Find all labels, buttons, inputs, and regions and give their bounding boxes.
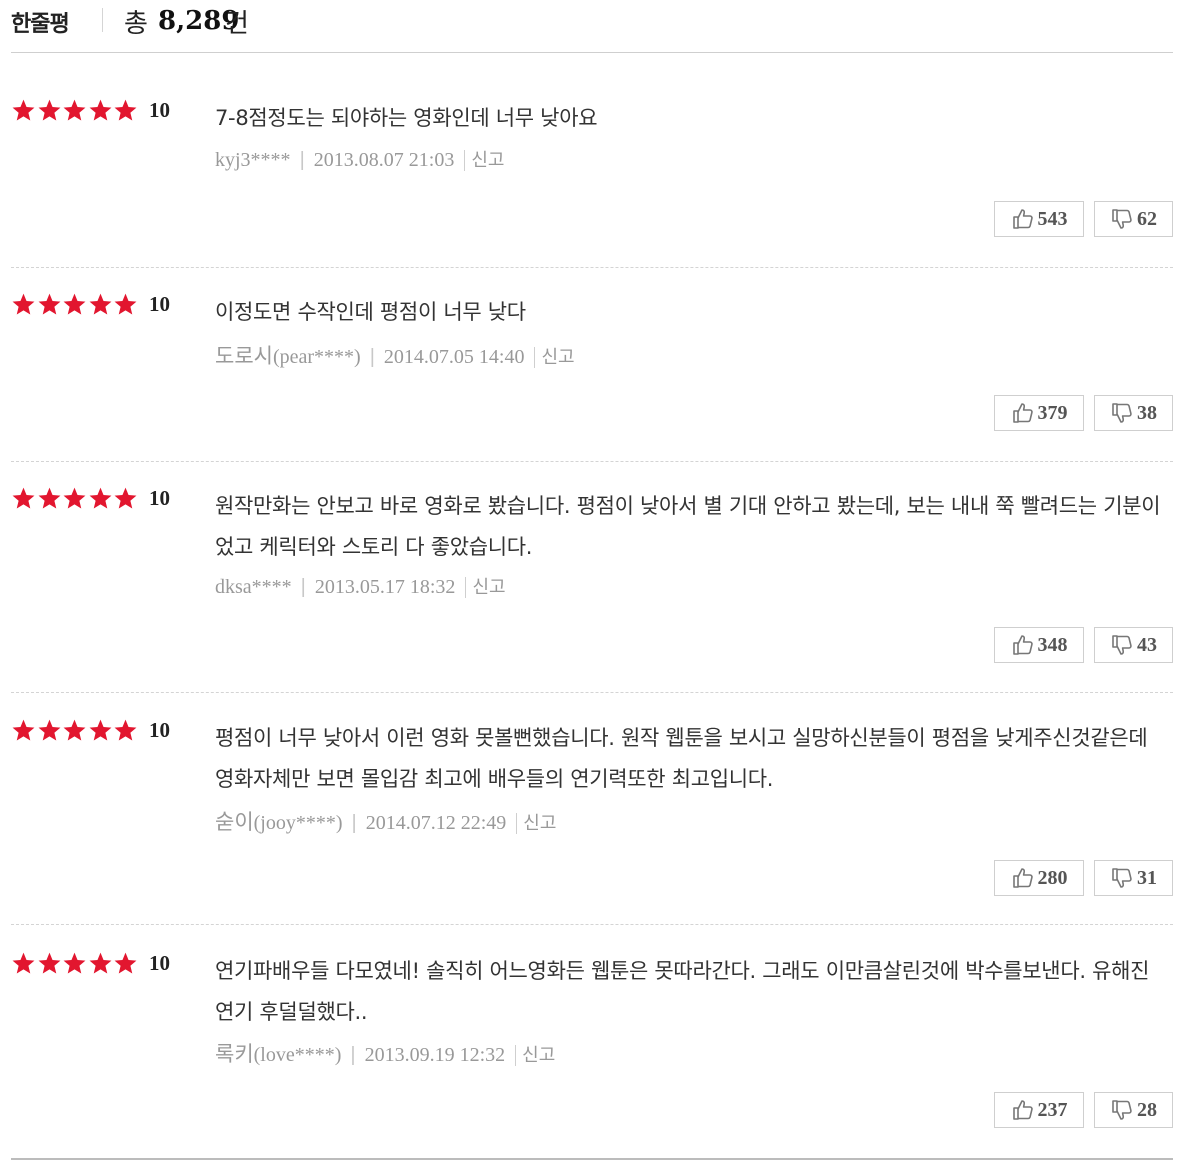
star-icon — [12, 719, 35, 741]
meta-separator: | — [350, 1044, 356, 1066]
star-icon — [38, 719, 60, 741]
dislike-button[interactable]: 28 — [1094, 1092, 1173, 1128]
star-icon — [63, 293, 86, 315]
star-icon — [89, 719, 111, 741]
star-icon — [38, 952, 60, 974]
star-icon — [63, 487, 86, 509]
report-link[interactable]: 신고 — [516, 813, 557, 834]
review-text: 7-8점정도는 되야하는 영화인데 너무 낮아요 — [215, 106, 598, 130]
reviewer-id[interactable]: (love****) — [254, 1044, 342, 1066]
reviewer-id[interactable]: dksa**** — [215, 576, 292, 598]
star-icon — [12, 99, 35, 121]
review-score: 10 — [149, 292, 170, 316]
star-icon — [114, 293, 137, 315]
reviewer-id[interactable]: (jooy****) — [254, 812, 343, 834]
star-icon — [38, 99, 60, 121]
list-bottom-border — [11, 1158, 1173, 1160]
star-icon — [114, 952, 137, 974]
star-rating — [11, 98, 139, 124]
reviewer-nickname[interactable]: 록키 — [215, 1042, 254, 1066]
meta-separator: | — [300, 576, 306, 598]
review-text: 이정도면 수작인데 평점이 너무 낮다 — [215, 300, 526, 324]
review-text: 연기파배우들 다모였네! 솔직히 어느영화든 웹툰은 못따라간다. 그래도 이만… — [215, 959, 1150, 1024]
review-meta: 록키(love****) | 2013.09.19 12:32 신고 — [215, 1038, 556, 1068]
star-rating — [11, 292, 139, 318]
star-icon — [89, 99, 111, 121]
star-rating — [11, 486, 139, 512]
reviewer-id[interactable]: (pear****) — [273, 346, 361, 368]
review-score: 10 — [149, 951, 170, 975]
star-icon — [114, 487, 137, 509]
star-icon — [63, 719, 86, 741]
review-date: 2014.07.12 22:49 — [365, 812, 507, 834]
review-meta: 숟이(jooy****) | 2014.07.12 22:49 신고 — [215, 806, 557, 836]
meta-separator: | — [351, 812, 357, 834]
star-icon — [114, 99, 137, 121]
star-icon — [38, 293, 60, 315]
review-date: 2013.05.17 18:32 — [314, 576, 456, 598]
star-icon — [63, 952, 86, 974]
star-icon — [89, 487, 111, 509]
report-link[interactable]: 신고 — [515, 1045, 556, 1066]
review-meta: kyj3**** | 2013.08.07 21:03 신고 — [215, 146, 505, 172]
star-icon — [114, 719, 137, 741]
review-score: 10 — [149, 98, 170, 122]
review-score: 10 — [149, 718, 170, 742]
review-date: 2013.08.07 21:03 — [313, 149, 455, 171]
review-date: 2014.07.05 14:40 — [383, 346, 525, 368]
star-icon — [12, 293, 35, 315]
star-icon — [89, 293, 111, 315]
star-icon — [89, 952, 111, 974]
meta-separator: | — [369, 346, 375, 368]
dislike-count: 28 — [1137, 1098, 1157, 1121]
like-button[interactable]: 237 — [994, 1092, 1084, 1128]
thumbs-up-icon — [1012, 1100, 1033, 1120]
review-item: 10 연기파배우들 다모였네! 솔직히 어느영화든 웹툰은 못따라간다. 그래도… — [11, 853, 1173, 1160]
star-rating — [11, 718, 139, 744]
report-link[interactable]: 신고 — [465, 577, 506, 598]
star-icon — [12, 487, 35, 509]
meta-separator: | — [299, 149, 305, 171]
review-meta: dksa**** | 2013.05.17 18:32 신고 — [215, 573, 506, 599]
reviewer-nickname[interactable]: 도로시 — [215, 344, 273, 368]
review-score: 10 — [149, 486, 170, 510]
like-count: 237 — [1037, 1098, 1068, 1121]
star-rating — [11, 951, 139, 977]
review-meta: 도로시(pear****) | 2014.07.05 14:40 신고 — [215, 340, 575, 370]
report-link[interactable]: 신고 — [464, 150, 505, 171]
thumbs-down-icon — [1112, 1100, 1132, 1120]
report-link[interactable]: 신고 — [534, 347, 575, 368]
star-icon — [38, 487, 60, 509]
review-text: 원작만화는 안보고 바로 영화로 봤습니다. 평점이 낮아서 별 기대 안하고 … — [215, 494, 1161, 559]
star-icon — [12, 952, 35, 974]
review-text: 평점이 너무 낮아서 이런 영화 못볼뻔했습니다. 원작 웹툰을 보시고 실망하… — [215, 726, 1148, 791]
reviewer-nickname[interactable]: 숟이 — [215, 810, 254, 834]
star-icon — [63, 99, 86, 121]
review-date: 2013.09.19 12:32 — [364, 1044, 506, 1066]
reviewer-id[interactable]: kyj3**** — [215, 149, 291, 171]
